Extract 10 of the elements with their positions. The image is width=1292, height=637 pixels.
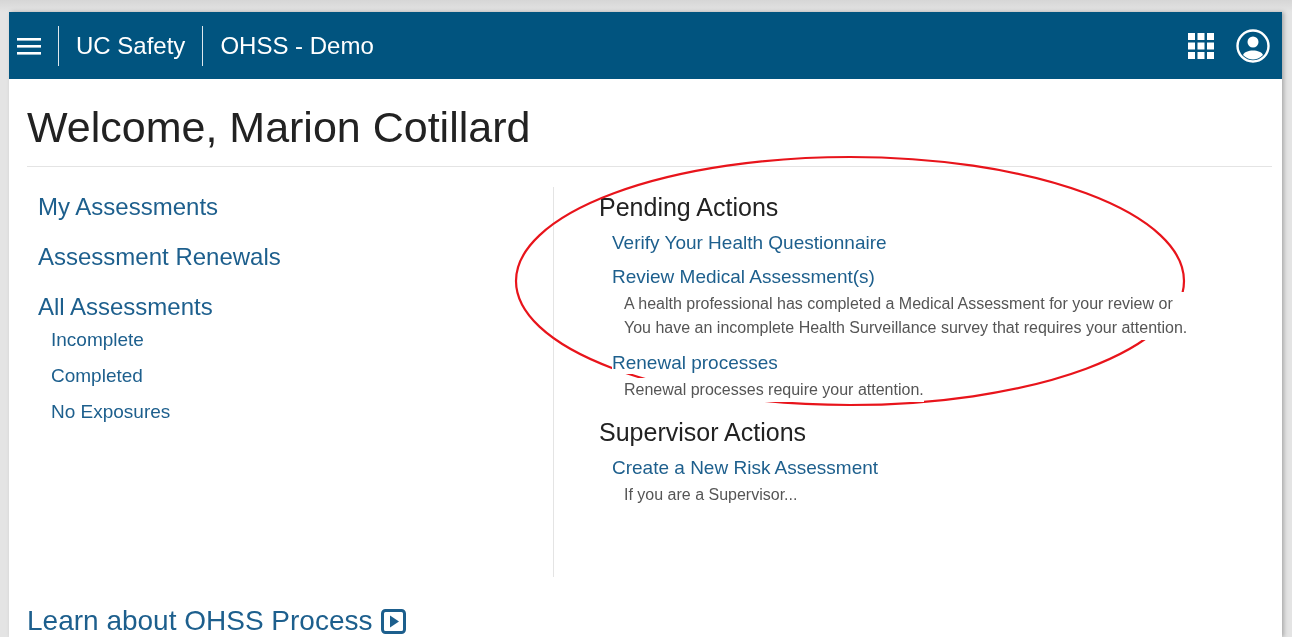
module-name: OHSS - Demo <box>220 31 374 60</box>
user-avatar-icon[interactable] <box>1236 28 1270 63</box>
welcome-heading: Welcome, Marion Cotillard <box>27 103 1272 167</box>
app-name[interactable]: UC Safety <box>76 31 186 60</box>
action-description: Renewal processes require your attention. <box>624 378 924 402</box>
play-icon[interactable] <box>380 608 406 634</box>
apps-grid-icon[interactable] <box>1188 32 1214 59</box>
section-heading: Supervisor Actions <box>599 418 808 447</box>
menu-icon[interactable] <box>17 36 41 55</box>
section-heading: Pending Actions <box>599 193 780 222</box>
